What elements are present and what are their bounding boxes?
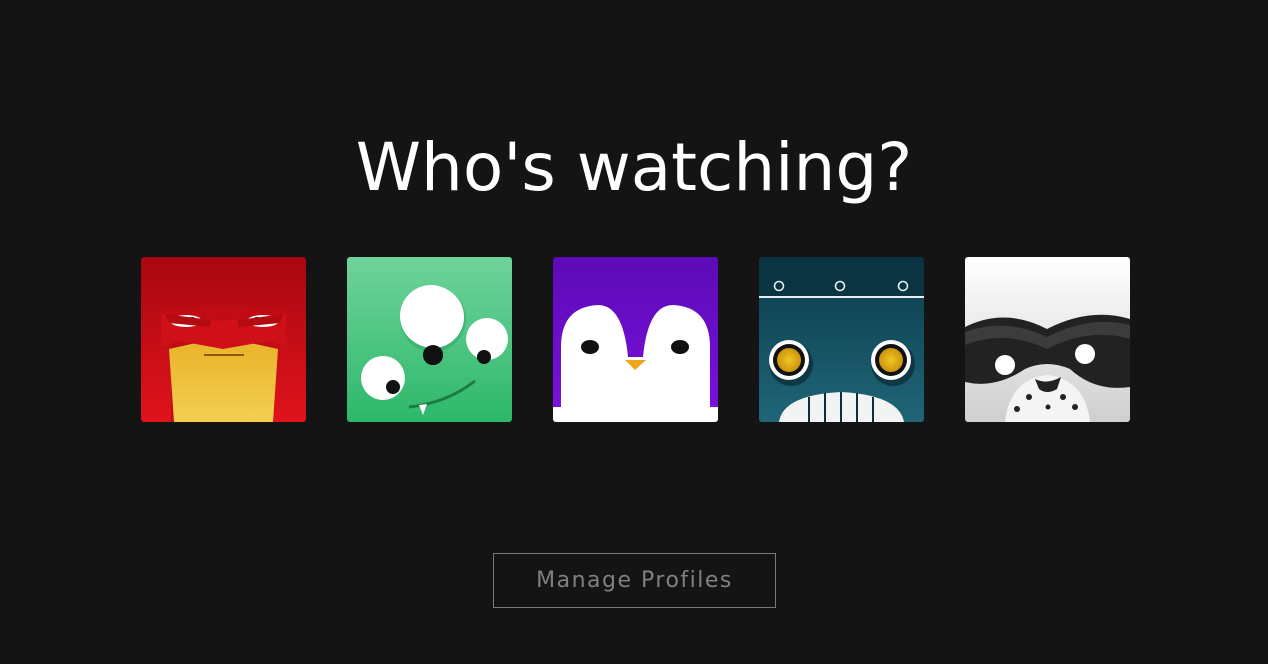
profile-avatar-2[interactable] bbox=[347, 257, 512, 422]
white-masked-raccoon-icon bbox=[965, 257, 1130, 422]
profile-avatar-1[interactable] bbox=[141, 257, 306, 422]
profile-avatar-5[interactable] bbox=[965, 257, 1130, 422]
green-three-eyed-monster-icon bbox=[347, 257, 512, 422]
purple-penguin-icon bbox=[553, 257, 718, 422]
red-angry-face-icon bbox=[141, 257, 306, 422]
teal-robot-icon bbox=[759, 257, 924, 422]
manage-profiles-button[interactable]: Manage Profiles bbox=[493, 553, 776, 608]
profile-avatar-3[interactable] bbox=[553, 257, 718, 422]
page-title: Who's watching? bbox=[355, 129, 913, 206]
profile-selection-screen: Who's watching? Manage Profiles bbox=[0, 0, 1268, 664]
profile-avatar-4[interactable] bbox=[759, 257, 924, 422]
